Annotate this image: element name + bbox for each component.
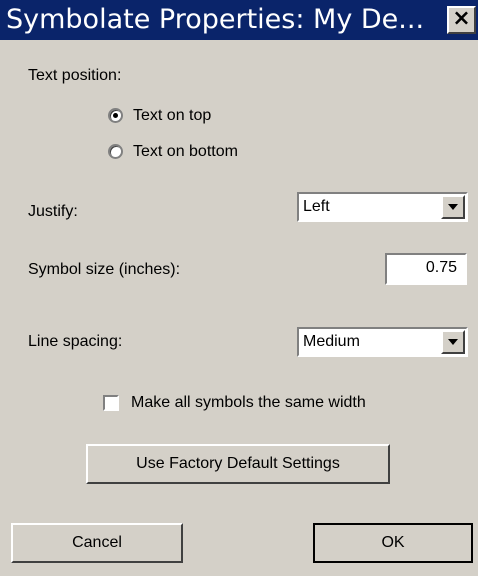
justify-select-value: Left [303, 198, 330, 215]
close-button[interactable]: × [447, 6, 476, 34]
close-icon: × [452, 6, 471, 31]
symbolate-properties-dialog: Symbolate Properties: My De... × Text po… [0, 0, 478, 576]
title-bar: Symbolate Properties: My De... × [0, 0, 478, 40]
justify-select[interactable]: Left [297, 192, 468, 222]
window-title: Symbolate Properties: My De... [6, 4, 425, 35]
line-spacing-select-value: Medium [303, 333, 360, 350]
symbol-size-label: Symbol size (inches): [28, 261, 181, 278]
same-width-label[interactable]: Make all symbols the same width [131, 393, 366, 413]
line-spacing-select[interactable]: Medium [297, 327, 468, 357]
same-width-checkbox[interactable] [103, 395, 119, 411]
symbol-size-input[interactable]: 0.75 [385, 253, 467, 285]
chevron-down-icon [448, 339, 458, 345]
text-on-bottom-radio[interactable] [108, 144, 123, 159]
text-on-top-radio[interactable] [108, 108, 123, 123]
justify-dropdown-button[interactable] [441, 195, 465, 219]
radio-selected-dot [113, 113, 118, 118]
line-spacing-label: Line spacing: [28, 333, 123, 350]
cancel-button[interactable]: Cancel [11, 523, 183, 563]
justify-label: Justify: [28, 203, 78, 220]
factory-default-button[interactable]: Use Factory Default Settings [86, 444, 390, 484]
text-on-bottom-label[interactable]: Text on bottom [133, 142, 238, 162]
text-on-top-label[interactable]: Text on top [133, 106, 211, 126]
text-position-label: Text position: [28, 67, 122, 84]
chevron-down-icon [448, 204, 458, 210]
ok-button[interactable]: OK [313, 523, 473, 563]
line-spacing-dropdown-button[interactable] [441, 330, 465, 354]
